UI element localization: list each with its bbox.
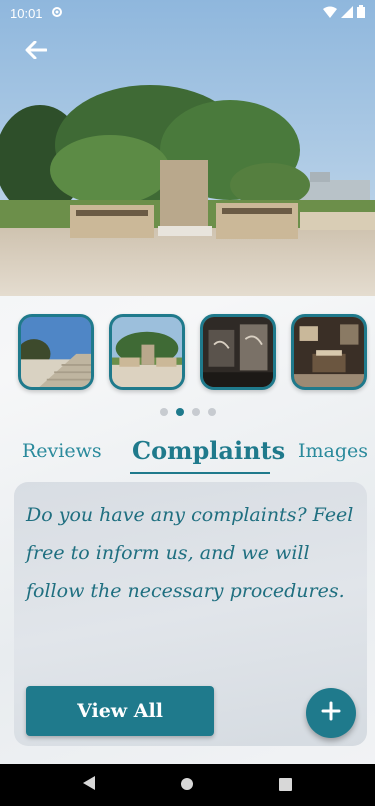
active-tab-indicator (130, 472, 270, 474)
system-nav-bar (0, 764, 375, 806)
memorial-photo-large (0, 0, 375, 296)
status-time: 10:01 (10, 5, 43, 21)
signal-icon (341, 5, 353, 21)
exhibit-photo (203, 317, 273, 387)
status-bar: 10:01 (0, 0, 375, 26)
nav-recents-button[interactable] (274, 773, 298, 797)
hero-image (0, 0, 375, 296)
battery-icon (357, 5, 365, 21)
thumbnail-stairs[interactable] (18, 314, 94, 390)
tab-images[interactable]: Images (298, 440, 368, 462)
pagination-dot[interactable] (191, 408, 200, 416)
recents-square-icon (279, 776, 293, 795)
add-complaint-button[interactable] (306, 688, 356, 738)
tab-complaints[interactable]: Complaints (132, 436, 285, 465)
nav-home-button[interactable] (175, 773, 199, 797)
plus-icon (321, 701, 341, 725)
pagination-dot-active[interactable] (175, 408, 184, 416)
gallery-pagination (0, 408, 375, 416)
view-all-button[interactable]: View All (26, 686, 214, 736)
thumbnail-gallery (0, 314, 375, 396)
tab-reviews[interactable]: Reviews (22, 440, 102, 462)
home-circle-icon (180, 776, 194, 795)
wifi-icon (323, 6, 337, 21)
memorial-photo (112, 317, 182, 387)
complaints-message: Do you have any complaints? Feel free to… (26, 504, 354, 602)
thumbnail-exhibit[interactable] (200, 314, 276, 390)
pagination-dot[interactable] (207, 408, 216, 416)
arrow-left-icon (25, 40, 48, 63)
nav-back-button[interactable] (77, 773, 101, 797)
complaints-card: Do you have any complaints? Feel free to… (14, 482, 367, 746)
thumbnail-memorial[interactable] (109, 314, 185, 390)
stairs-photo (21, 317, 91, 387)
back-button[interactable] (20, 36, 52, 68)
thumbnail-room[interactable] (291, 314, 367, 390)
back-triangle-icon (82, 775, 96, 795)
room-photo (294, 317, 364, 387)
tab-bar: Reviews Complaints Images (0, 434, 375, 478)
settings-icon (51, 6, 63, 21)
pagination-dot[interactable] (159, 408, 168, 416)
